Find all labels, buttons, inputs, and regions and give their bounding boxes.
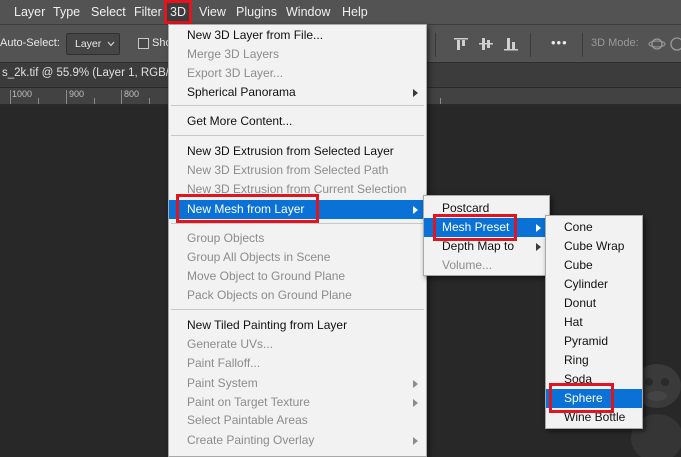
submenu-arrow-icon <box>413 380 418 388</box>
auto-select-dropdown[interactable]: Layer <box>66 33 120 55</box>
divider <box>582 33 583 57</box>
submenu-arrow-icon <box>536 243 541 251</box>
menu-item-generate-uvs[interactable]: Generate UVs... <box>169 335 426 354</box>
3d-mode-label: 3D Mode: <box>591 37 639 49</box>
submenu-arrow-icon <box>413 399 418 407</box>
menu-item-depth-map-to[interactable]: Depth Map to <box>424 237 549 256</box>
menu-item-wine-bottle[interactable]: Wine Bottle <box>546 408 642 427</box>
menu-separator <box>171 135 424 136</box>
auto-select-label: Auto-Select: <box>0 37 60 49</box>
menu-bar: Layer Type Select Filter 3D View Plugins… <box>0 0 681 24</box>
menu-item-create-painting-overlay[interactable]: Create Painting Overlay <box>169 431 426 450</box>
menu-item-ring[interactable]: Ring <box>546 351 642 370</box>
menu-item-spherical-panorama[interactable]: Spherical Panorama <box>169 83 426 102</box>
menu-item-cube[interactable]: Cube <box>546 256 642 275</box>
menu-item-cylinder[interactable]: Cylinder <box>546 275 642 294</box>
menu-item-pack-on-ground-plane[interactable]: Pack Objects on Ground Plane <box>169 286 426 305</box>
menu-3d-dropdown: New 3D Layer from File... Merge 3D Layer… <box>168 24 427 457</box>
menu-item-sphere[interactable]: Sphere <box>546 389 642 408</box>
menu-help[interactable]: Help <box>342 0 368 24</box>
menu-select[interactable]: Select <box>91 0 126 24</box>
menu-item-move-to-ground-plane[interactable]: Move Object to Ground Plane <box>169 267 426 286</box>
menu-item-extrusion-selected-path[interactable]: New 3D Extrusion from Selected Path <box>169 161 426 180</box>
ruler-tick <box>38 98 39 104</box>
menu-item-pyramid[interactable]: Pyramid <box>546 332 642 351</box>
submenu-arrow-icon <box>413 206 418 214</box>
menu-item-export-3d-layer[interactable]: Export 3D Layer... <box>169 64 426 83</box>
menu-window[interactable]: Window <box>286 0 330 24</box>
submenu-mesh-preset: Cone Cube Wrap Cube Cylinder Donut Hat P… <box>545 215 643 429</box>
divider <box>435 33 436 57</box>
menu-plugins[interactable]: Plugins <box>236 0 277 24</box>
divider <box>530 33 531 57</box>
menu-view[interactable]: View <box>199 0 226 24</box>
ruler-tick <box>66 90 67 104</box>
submenu-arrow-icon <box>413 89 418 97</box>
menu-separator <box>171 309 424 310</box>
menu-item-extrusion-selected-layer[interactable]: New 3D Extrusion from Selected Layer <box>169 142 426 161</box>
ruler-label: 1000 <box>12 89 33 99</box>
roll-3d-icon[interactable] <box>668 35 681 53</box>
ruler-tick <box>121 90 122 104</box>
show-transform-checkbox[interactable] <box>138 38 149 49</box>
ruler-tick <box>149 98 150 104</box>
menu-item-mesh-preset[interactable]: Mesh Preset <box>424 218 549 237</box>
menu-separator <box>171 105 424 106</box>
menu-item-hat[interactable]: Hat <box>546 313 642 332</box>
menu-item-cone[interactable]: Cone <box>546 218 642 237</box>
menu-item-paint-system[interactable]: Paint System <box>169 374 426 393</box>
menu-item-select-paintable-areas[interactable]: Select Paintable Areas <box>169 411 426 430</box>
menu-item-postcard[interactable]: Postcard <box>424 199 549 218</box>
menu-filter[interactable]: Filter <box>134 0 162 24</box>
menu-item-volume[interactable]: Volume... <box>424 256 549 275</box>
more-options-button[interactable]: ••• <box>551 35 568 50</box>
menu-item-get-more-content[interactable]: Get More Content... <box>169 112 426 131</box>
chevron-down-icon <box>107 41 115 47</box>
ruler-tick <box>440 98 441 104</box>
ruler-tick <box>10 90 11 104</box>
menu-layer[interactable]: Layer <box>14 0 45 24</box>
menu-item-new-mesh-from-layer[interactable]: New Mesh from Layer <box>169 200 426 219</box>
submenu-arrow-icon <box>413 437 418 445</box>
menu-item-group-objects[interactable]: Group Objects <box>169 229 426 248</box>
menu-separator <box>171 223 424 224</box>
menu-item-donut[interactable]: Donut <box>546 294 642 313</box>
align-top-icon[interactable] <box>452 35 470 53</box>
ruler-label: 800 <box>124 89 140 99</box>
submenu-arrow-icon <box>536 224 541 232</box>
ruler-tick <box>94 98 95 104</box>
menu-item-paint-on-target-texture[interactable]: Paint on Target Texture <box>169 393 426 412</box>
menu-item-new-3d-layer-from-file[interactable]: New 3D Layer from File... <box>169 26 426 45</box>
align-middle-icon[interactable] <box>477 35 495 53</box>
orbit-3d-icon[interactable] <box>648 35 666 53</box>
align-bottom-icon[interactable] <box>502 35 520 53</box>
menu-item-merge-3d-layers[interactable]: Merge 3D Layers <box>169 45 426 64</box>
menu-item-soda[interactable]: Soda <box>546 370 642 389</box>
menu-item-group-all-objects[interactable]: Group All Objects in Scene <box>169 248 426 267</box>
auto-select-value: Layer <box>75 38 102 50</box>
menu-type[interactable]: Type <box>53 0 80 24</box>
menu-item-new-tiled-painting[interactable]: New Tiled Painting from Layer <box>169 316 426 335</box>
menu-item-paint-falloff[interactable]: Paint Falloff... <box>169 354 426 373</box>
menu-3d[interactable]: 3D <box>164 0 192 24</box>
ruler-label: 900 <box>69 89 85 99</box>
menu-item-cube-wrap[interactable]: Cube Wrap <box>546 237 642 256</box>
document-tab-title[interactable]: s_2k.tif @ 55.9% (Layer 1, RGB/8 <box>2 67 175 79</box>
submenu-new-mesh-from-layer: Postcard Mesh Preset Depth Map to Volume… <box>423 195 550 276</box>
menu-item-extrusion-current-selection[interactable]: New 3D Extrusion from Current Selection <box>169 180 426 199</box>
